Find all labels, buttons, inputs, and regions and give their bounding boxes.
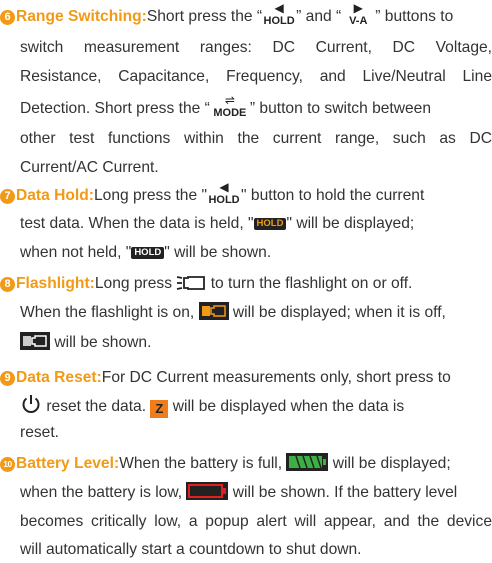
hold-button-glyph: ◀ HOLD (263, 1, 295, 27)
range-title: Range Switching: (16, 8, 147, 25)
range-line-4: Detection. Short press the “⇌ MODE” butto… (20, 93, 492, 122)
battery-line-4: will automatically start a countdown to … (20, 541, 362, 558)
hold-line-3: when not held, " HOLD " will be shown. (20, 244, 272, 261)
flashlight-off-icon (20, 332, 50, 350)
reset-title: Data Reset: (16, 369, 102, 386)
range-line-3: Resistance, Capacitance, Frequency, and … (20, 68, 492, 85)
battery-line-2: when the battery is low, will be shown. … (20, 480, 492, 509)
reset-line-3: reset. (20, 424, 59, 441)
flashlight-icon (176, 274, 206, 301)
mode-button-glyph: ⇌ MODE (210, 93, 250, 122)
flashlight-line-2: When the flashlight is on, will be displ… (20, 302, 446, 321)
battery-line-1: 10 Battery Level:When the battery is full… (0, 451, 492, 480)
hold-on-badge: HOLD (253, 218, 287, 230)
hold-title: Data Hold: (16, 187, 94, 204)
flashlight-line-3: will be shown. (20, 330, 492, 356)
hold-line-2: test data. When the data is held, " HOLD "… (20, 215, 415, 232)
range-line-2: switch measurement ranges: DC Current, D… (20, 39, 492, 56)
swap-arrows-icon: ⇌ (224, 93, 235, 107)
left-arrow-icon: ◀ (219, 180, 229, 194)
battery-title: Battery Level: (16, 455, 120, 472)
va-button-glyph: ▶ V-A (341, 1, 375, 30)
hold-button-glyph: ◀ HOLD (208, 180, 240, 206)
hold-off-badge: HOLD (131, 247, 165, 259)
item-number-badge: 6 (0, 10, 15, 25)
reset-line-1: 9 Data Reset:For DC Current measurements … (0, 365, 492, 391)
hold-line-1: 7 Data Hold:Long press the " ◀ HOLD " button… (0, 180, 492, 209)
battery-line-3: becomes critically low, a popup alert wi… (20, 513, 492, 530)
range-line-1: 6 Range Switching:Short press the “◀ HOLD”… (0, 1, 492, 30)
range-line-6: Current/AC Current. (20, 159, 159, 176)
battery-low-icon (186, 482, 229, 509)
flashlight-on-icon (198, 302, 229, 320)
range-line-5: other test functions within the current … (20, 130, 492, 147)
zero-badge: Z (150, 400, 169, 418)
range-text-1a: Short press the (146, 8, 253, 25)
left-arrow-icon: ◀ (274, 1, 284, 15)
flashlight-title: Flashlight: (16, 275, 95, 292)
flashlight-line-1: 8 Flashlight:Long press to turn the flash… (0, 271, 492, 301)
right-arrow-icon: ▶ (353, 1, 363, 15)
manual-page: 6 Range Switching:Short press the “◀ HOLD”… (0, 0, 492, 558)
battery-full-icon (286, 453, 329, 480)
